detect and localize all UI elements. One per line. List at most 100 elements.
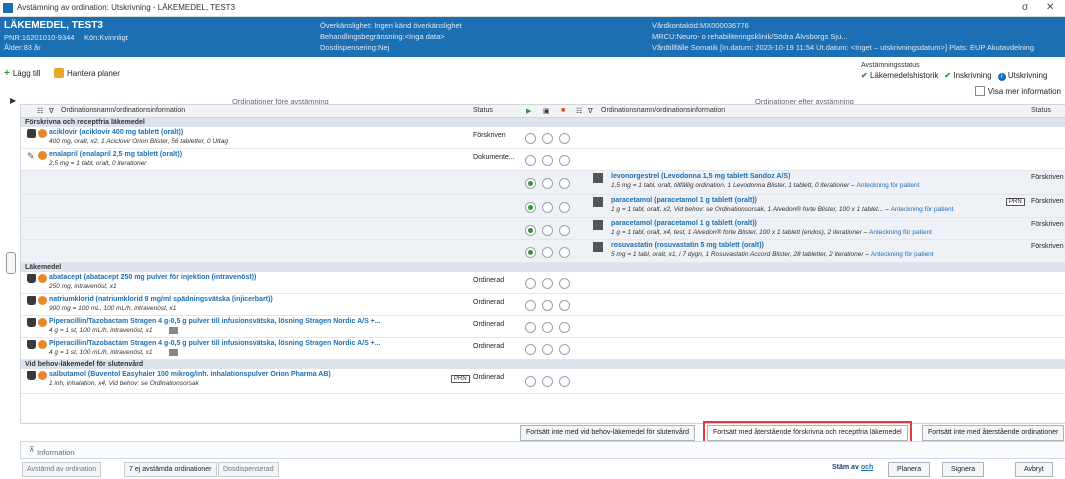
comment-icon[interactable]	[169, 349, 178, 356]
drug-name-after[interactable]: levonorgestrel (Levodonna 1,5 mg tablett…	[611, 173, 790, 180]
cancel-button[interactable]: Avbryt	[1015, 462, 1053, 477]
filter-icon-r[interactable]: ∇	[588, 107, 593, 115]
group-medications[interactable]: Läkemedel	[21, 263, 1065, 272]
table-row[interactable]: ✎ enalapril (enalapril 2,5 mg tablett (o…	[21, 149, 1065, 171]
col-name-header[interactable]: Ordinationsnamn/ordinationsinformation	[61, 107, 185, 114]
sign-button[interactable]: Signera	[942, 462, 985, 477]
infusion-icon	[27, 274, 36, 283]
table-row[interactable]: levonorgestrel (Levodonna 1,5 mg tablett…	[21, 171, 1065, 195]
modify-radio[interactable]	[542, 155, 553, 166]
alert-icon	[38, 129, 47, 138]
allergy-info[interactable]: Överkänslighet: Ingen känd överkänslighe…	[320, 21, 462, 30]
table-row[interactable]: Piperacillin/Tazobactam Stragen 4 g-0,5 …	[21, 316, 1065, 338]
continue-col-icon[interactable]: ▶	[526, 107, 531, 115]
continue-radio[interactable]	[525, 376, 536, 387]
show-more-info[interactable]: Visa mer information	[974, 86, 1061, 96]
patient-note-link[interactable]: Anteckning för patient	[857, 182, 920, 189]
modify-radio[interactable]	[542, 247, 553, 258]
continue-radio[interactable]	[525, 178, 536, 189]
infusion-icon	[27, 318, 36, 327]
continue-radio[interactable]	[525, 155, 536, 166]
table-row[interactable]: salbutamol (Buventol Easyhaler 100 mikro…	[21, 369, 1065, 394]
skip-remaining-button[interactable]: Fortsätt inte med återstående ordination…	[922, 425, 1065, 441]
information-panel[interactable]: ⊼ Information	[20, 441, 1065, 459]
modify-radio[interactable]	[542, 278, 553, 289]
group-prn-inpatient[interactable]: Vid behov-läkemedel för slutenvård	[21, 360, 1065, 369]
continue-radio[interactable]	[525, 278, 536, 289]
grid-icon[interactable]: ☷	[37, 107, 43, 115]
minimize-icon[interactable]: σ	[1022, 2, 1028, 13]
patient-note-link[interactable]: Anteckning för patient	[871, 251, 934, 258]
drug-name[interactable]: enalapril (enalapril 2,5 mg tablett (ora…	[49, 151, 182, 158]
modify-col-icon[interactable]: ▣	[543, 107, 550, 115]
continue-radio[interactable]	[525, 247, 536, 258]
table-row[interactable]: paracetamol (paracetamol 1 g tablett (or…	[21, 218, 1065, 240]
plan-button[interactable]: Planera	[888, 462, 931, 477]
stop-radio[interactable]	[559, 133, 570, 144]
dose-dispensed-button[interactable]: Dosdispenserad	[218, 462, 279, 477]
modify-radio[interactable]	[542, 376, 553, 387]
modify-radio[interactable]	[542, 300, 553, 311]
table-row[interactable]: paracetamol (paracetamol 1 g tablett (or…	[21, 195, 1065, 218]
drug-name-after[interactable]: paracetamol (paracetamol 1 g tablett (or…	[611, 197, 757, 204]
col-name-header-r[interactable]: Ordinationsnamn/ordinationsinformation	[601, 107, 725, 114]
stop-radio[interactable]	[559, 225, 570, 236]
stop-radio[interactable]	[559, 202, 570, 213]
show-more-checkbox[interactable]	[974, 86, 985, 96]
drug-status-after: Förskriven	[1031, 174, 1064, 181]
add-button[interactable]: + Lägg till	[4, 68, 40, 79]
stop-radio[interactable]	[559, 178, 570, 189]
skip-prn-button[interactable]: Fortsätt inte med vid behov-läkemedel fö…	[520, 425, 696, 441]
col-status-header-r[interactable]: Status	[1031, 107, 1051, 114]
stop-col-icon[interactable]: ■	[561, 107, 565, 114]
manage-plans-button[interactable]: Hantera planer	[54, 68, 120, 78]
table-row[interactable]: natriumklorid (natriumklorid 9 mg/ml spä…	[21, 294, 1065, 316]
continue-radio[interactable]	[525, 300, 536, 311]
drug-name[interactable]: Piperacillin/Tazobactam Stragen 4 g-0,5 …	[49, 318, 381, 325]
continue-radio[interactable]	[525, 344, 536, 355]
drug-name[interactable]: abatacept (abatacept 250 mg pulver för i…	[49, 274, 256, 281]
stop-radio[interactable]	[559, 322, 570, 333]
group-prescribed[interactable]: Förskrivna och receptfria läkemedel	[21, 118, 1065, 127]
dose-dispensing: Dosdispensering:Nej	[320, 43, 390, 52]
collapse-arrow-icon[interactable]: ▶	[10, 96, 16, 105]
modify-radio[interactable]	[542, 133, 553, 144]
comment-icon[interactable]	[169, 327, 178, 334]
modify-radio[interactable]	[542, 202, 553, 213]
check-icon: ✔	[861, 71, 868, 80]
drug-name[interactable]: salbutamol (Buventol Easyhaler 100 mikro…	[49, 371, 331, 378]
col-status-header[interactable]: Status	[473, 107, 493, 114]
stop-radio[interactable]	[559, 344, 570, 355]
continue-radio[interactable]	[525, 322, 536, 333]
patient-note-link[interactable]: Anteckning för patient	[891, 206, 954, 213]
continue-radio[interactable]	[525, 202, 536, 213]
stop-radio[interactable]	[559, 300, 570, 311]
modify-radio[interactable]	[542, 322, 553, 333]
continue-prescribed-button[interactable]: Fortsätt med återstående förskrivna och …	[703, 421, 912, 445]
continue-radio[interactable]	[525, 133, 536, 144]
unreconciled-count-button[interactable]: 7 ej avstämda ordinationer	[124, 462, 217, 477]
table-row[interactable]: Piperacillin/Tazobactam Stragen 4 g-0,5 …	[21, 338, 1065, 360]
table-row[interactable]: rosuvastatin (rosuvastatin 5 mg tablett …	[21, 240, 1065, 263]
continue-radio[interactable]	[525, 225, 536, 236]
drug-name[interactable]: aciklovir (aciklovir 400 mg tablett (ora…	[49, 129, 183, 136]
drug-name[interactable]: Piperacillin/Tazobactam Stragen 4 g-0,5 …	[49, 340, 381, 347]
sidebar-toggle[interactable]	[6, 252, 16, 274]
drug-name-after[interactable]: rosuvastatin (rosuvastatin 5 mg tablett …	[611, 242, 764, 249]
patient-note-link[interactable]: Anteckning för patient	[869, 229, 932, 236]
stop-radio[interactable]	[559, 247, 570, 258]
grid-icon-r[interactable]: ☷	[576, 107, 582, 115]
stop-radio[interactable]	[559, 155, 570, 166]
drug-name-after[interactable]: paracetamol (paracetamol 1 g tablett (or…	[611, 220, 757, 227]
close-icon[interactable]: ✕	[1046, 2, 1054, 13]
filter-icon[interactable]: ∇	[49, 107, 54, 115]
reconciled-by-button[interactable]: Avstämd av ordination	[22, 462, 102, 477]
table-row[interactable]: abatacept (abatacept 250 mg pulver för i…	[21, 272, 1065, 294]
modify-radio[interactable]	[542, 225, 553, 236]
drug-name[interactable]: natriumklorid (natriumklorid 9 mg/ml spä…	[49, 296, 273, 303]
modify-radio[interactable]	[542, 178, 553, 189]
stop-radio[interactable]	[559, 376, 570, 387]
modify-radio[interactable]	[542, 344, 553, 355]
stop-radio[interactable]	[559, 278, 570, 289]
table-row[interactable]: aciklovir (aciklovir 400 mg tablett (ora…	[21, 127, 1065, 149]
